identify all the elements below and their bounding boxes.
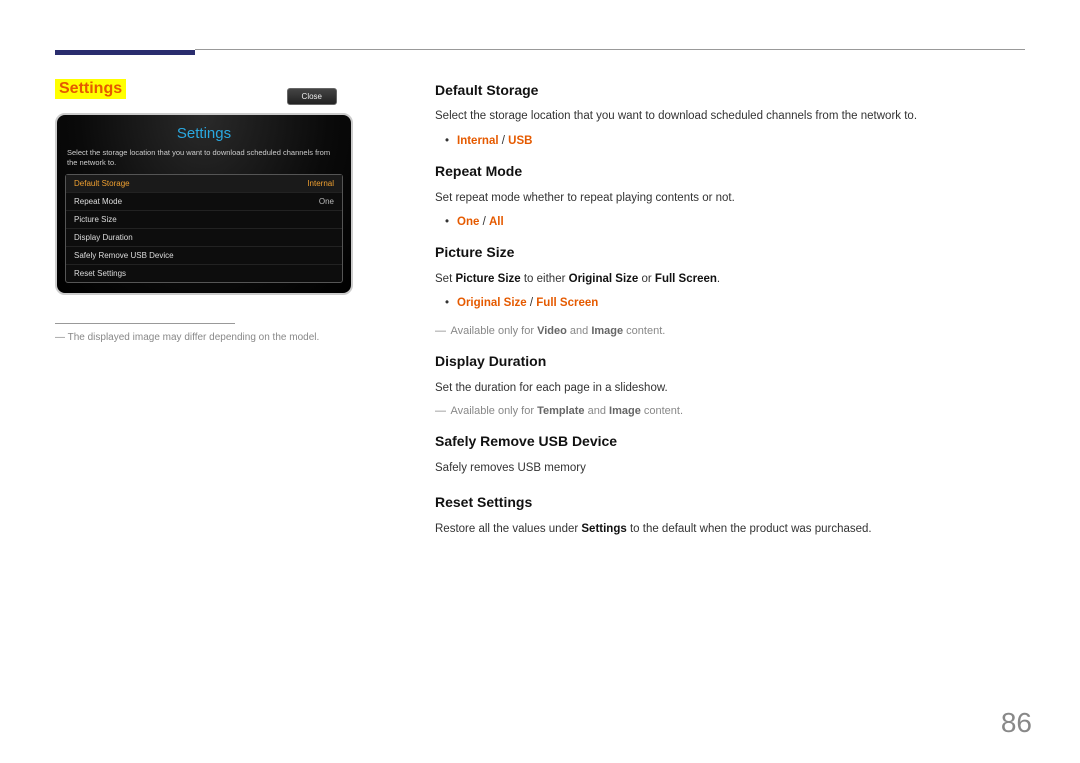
device-row-label: Display Duration [74,233,133,242]
option-sep: / [499,135,509,147]
text: to either [521,273,569,285]
desc-default-storage: Select the storage location that you wan… [435,107,1025,125]
options-picture-size: Original Size / Full Screen [435,294,1025,312]
footnote-rule [55,323,235,324]
note-display-duration: ― Available only for Template and Image … [435,403,1025,421]
text: Available only for [450,325,537,337]
heading-default-storage: Default Storage [435,79,1025,101]
device-row-reset-settings[interactable]: Reset Settings [66,265,342,282]
device-row-safely-remove[interactable]: Safely Remove USB Device [66,247,342,265]
left-column: Settings Settings Select the storage loc… [55,79,395,544]
header-rule [195,49,1025,50]
page-number: 86 [1001,707,1032,739]
bold-text: Video [537,325,567,337]
footnote: The displayed image may differ depending… [55,332,395,343]
heading-reset-settings: Reset Settings [435,491,1025,513]
bold-text: Image [609,405,641,417]
text: to the default when the product was purc… [627,523,872,535]
page-content: Settings Settings Select the storage loc… [0,0,1080,544]
bold-text: Original Size [569,273,639,285]
bold-text: Full Screen [655,273,717,285]
device-title: Settings [65,121,343,148]
bold-text: Picture Size [455,273,520,285]
options-default-storage: Internal / USB [435,132,1025,150]
device-screenshot: Settings Select the storage location tha… [55,113,353,295]
bold-text: Image [591,325,623,337]
device-row-display-duration[interactable]: Display Duration [66,229,342,247]
desc-safely-remove: Safely removes USB memory [435,459,1025,477]
options-repeat-mode: One / All [435,213,1025,231]
option-usb: USB [508,135,532,147]
text: content. [641,405,683,417]
device-row-label: Default Storage [74,179,130,188]
section-title: Settings [55,79,126,99]
option-sep: / [527,297,537,309]
device-list-wrap: Default Storage Internal Repeat Mode One… [65,174,343,283]
option-sep: / [479,216,489,228]
desc-reset-settings: Restore all the values under Settings to… [435,520,1025,538]
option-full-screen: Full Screen [536,297,598,309]
heading-safely-remove: Safely Remove USB Device [435,430,1025,452]
bold-text: Template [537,405,584,417]
right-column: Default Storage Select the storage locat… [435,79,1025,544]
text: and [585,405,609,417]
heading-repeat-mode: Repeat Mode [435,160,1025,182]
device-row-repeat-mode[interactable]: Repeat Mode One [66,193,342,211]
device-row-value: Internal [307,179,334,188]
close-button[interactable]: Close [287,88,337,105]
bold-text: Settings [581,523,626,535]
device-row-default-storage[interactable]: Default Storage Internal [66,175,342,193]
option-one: One [457,216,479,228]
device-row-label: Reset Settings [74,269,126,278]
option-original-size: Original Size [457,297,527,309]
text: or [638,273,655,285]
text: content. [623,325,665,337]
device-description: Select the storage location that you wan… [65,148,343,174]
device-row-label: Repeat Mode [74,197,122,206]
heading-display-duration: Display Duration [435,350,1025,372]
device-row-value: One [319,197,334,206]
option-internal: Internal [457,135,499,147]
device-row-picture-size[interactable]: Picture Size [66,211,342,229]
text: and [567,325,591,337]
option-all: All [489,216,504,228]
dash-icon: ― [435,405,446,417]
note-picture-size: ― Available only for Video and Image con… [435,323,1025,341]
text: Restore all the values under [435,523,581,535]
device-row-label: Safely Remove USB Device [74,251,174,260]
heading-picture-size: Picture Size [435,241,1025,263]
header-accent-rule [55,50,195,79]
device-settings-list: Default Storage Internal Repeat Mode One… [65,174,343,283]
desc-repeat-mode: Set repeat mode whether to repeat playin… [435,189,1025,207]
text: . [717,273,720,285]
dash-icon: ― [435,325,446,337]
desc-picture-size: Set Picture Size to either Original Size… [435,270,1025,288]
text: Available only for [450,405,537,417]
device-row-label: Picture Size [74,215,117,224]
desc-display-duration: Set the duration for each page in a slid… [435,379,1025,397]
text: Set [435,273,455,285]
